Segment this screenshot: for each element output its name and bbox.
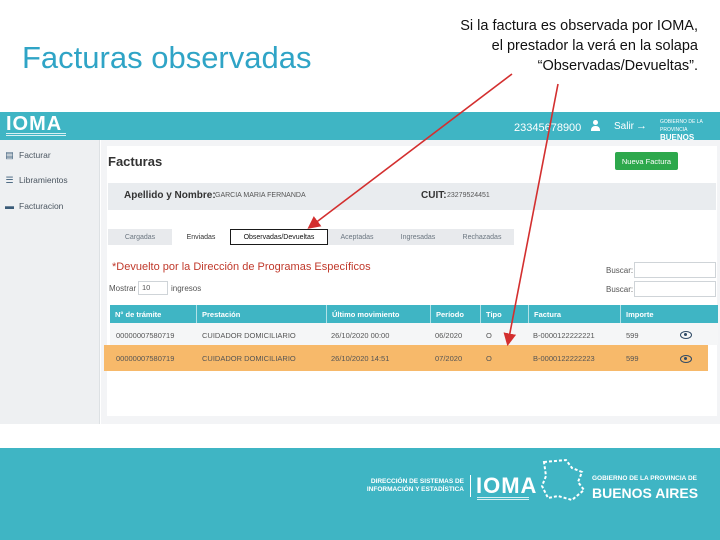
sidebar-item-facturacion[interactable]: ▬ Facturacion — [5, 199, 63, 213]
footer-direction-line: DIRECCIÓN DE SISTEMAS DE — [370, 478, 464, 485]
footer-direction: DIRECCIÓN DE SISTEMAS DE INFORMACIÓN Y E… — [352, 478, 464, 494]
table-row-highlighted[interactable] — [104, 345, 708, 371]
footer-logo-underline — [477, 497, 529, 500]
page-title: Facturas — [108, 154, 163, 169]
cell-periodo: 06/2020 — [435, 331, 463, 340]
note-line: el prestador la verá en la solapa — [491, 38, 698, 54]
tab-observadas-devueltas[interactable]: Observadas/Devueltas — [230, 229, 328, 245]
logout-button[interactable]: Salir — [614, 121, 634, 132]
cell-periodo: 07/2020 — [435, 354, 463, 363]
cell-prestacion: CUIDADOR DOMICILIARIO — [202, 331, 296, 340]
new-invoice-button[interactable]: Nueva Factura — [615, 152, 678, 170]
footer-ioma-logo: IOMA — [476, 473, 538, 498]
cell-movimiento: 26/10/2020 00:00 — [331, 331, 390, 340]
tab-ingresadas[interactable]: Ingresadas — [386, 229, 450, 245]
ba-logo-top: GOBIERNO DE LA PROVINCIA — [660, 119, 703, 133]
search-input[interactable] — [634, 281, 716, 297]
user-id: 23345678900 — [514, 122, 582, 134]
annotation-note: Si la factura es observada por IOMA, el … — [400, 16, 698, 76]
sidebar: ▤ Facturar ☰ Libramientos ▬ Facturacion — [0, 140, 100, 424]
cuit-value: 23279524451 — [447, 192, 490, 199]
note-line: Si la factura es observada por IOMA, — [460, 18, 698, 34]
name-value: GARCIA MARIA FERNANDA — [215, 192, 306, 199]
logout-icon[interactable]: → — [636, 121, 647, 132]
top-bar: IOMA 23345678900 Salir → GOBIERNO DE LA … — [0, 112, 720, 150]
column-header[interactable]: Prestación — [196, 305, 326, 323]
slide-title: Facturas observadas — [22, 40, 312, 75]
entries-label: ingresos — [171, 284, 202, 293]
column-header[interactable]: Importe — [620, 305, 718, 323]
cell-importe: 599 — [626, 331, 639, 340]
sidebar-item-label: Libramientos — [19, 175, 68, 185]
returned-note: *Devuelto por la Dirección de Programas … — [112, 261, 371, 273]
cell-importe: 599 — [626, 354, 639, 363]
sidebar-item-facturar[interactable]: ▤ Facturar — [5, 148, 51, 162]
view-eye-icon[interactable] — [680, 355, 692, 363]
footer-direction-line: INFORMACIÓN Y ESTADÍSTICA — [366, 486, 464, 493]
tab-aceptadas[interactable]: Aceptadas — [328, 229, 386, 245]
sidebar-item-libramientos[interactable]: ☰ Libramientos — [5, 173, 68, 187]
logo-underline — [6, 133, 66, 136]
view-eye-icon[interactable] — [680, 331, 692, 339]
tab-rechazadas[interactable]: Rechazadas — [450, 229, 514, 245]
column-header[interactable]: Tipo — [480, 305, 528, 323]
sidebar-item-label: Facturar — [19, 150, 51, 160]
page-size-select[interactable]: 10 — [138, 281, 168, 295]
note-line: “Observadas/Devueltas”. — [537, 58, 698, 74]
show-label: Mostrar — [109, 284, 137, 293]
cell-tipo: O — [486, 331, 492, 340]
column-header[interactable]: N° de trámite — [110, 305, 196, 323]
cell-factura: B-0000122222223 — [533, 354, 595, 363]
column-header[interactable]: Período — [430, 305, 480, 323]
user-icon — [590, 120, 601, 132]
footer-gov-name: BUENOS AIRES — [592, 485, 699, 501]
cell-tipo: O — [486, 354, 492, 363]
name-label: Apellido y Nombre: — [124, 190, 216, 201]
footer-gov-line: GOBIERNO DE LA PROVINCIA DE — [592, 475, 697, 482]
search-input[interactable] — [634, 262, 716, 278]
list-icon: ☰ — [5, 174, 14, 185]
folder-icon: ▬ — [5, 200, 14, 211]
document-icon: ▤ — [5, 149, 14, 160]
footer-divider — [470, 475, 471, 497]
sidebar-item-label: Facturacion — [19, 201, 64, 211]
cell-movimiento: 26/10/2020 14:51 — [331, 354, 390, 363]
tab-enviadas[interactable]: Enviadas — [172, 229, 230, 245]
province-map-icon — [540, 458, 586, 502]
cell-prestacion: CUIDADOR DOMICILIARIO — [202, 354, 296, 363]
column-header[interactable]: Último movimiento — [326, 305, 430, 323]
cell-factura: B-0000122222221 — [533, 331, 595, 340]
cell-tramite: 00000007580719 — [116, 331, 175, 340]
search-label: Buscar: — [606, 285, 634, 294]
cell-tramite: 00000007580719 — [116, 354, 175, 363]
tab-cargadas[interactable]: Cargadas — [108, 229, 172, 245]
column-header[interactable]: Factura — [528, 305, 620, 323]
search-label: Buscar: — [606, 266, 634, 275]
cuit-label: CUIT: — [421, 190, 447, 201]
